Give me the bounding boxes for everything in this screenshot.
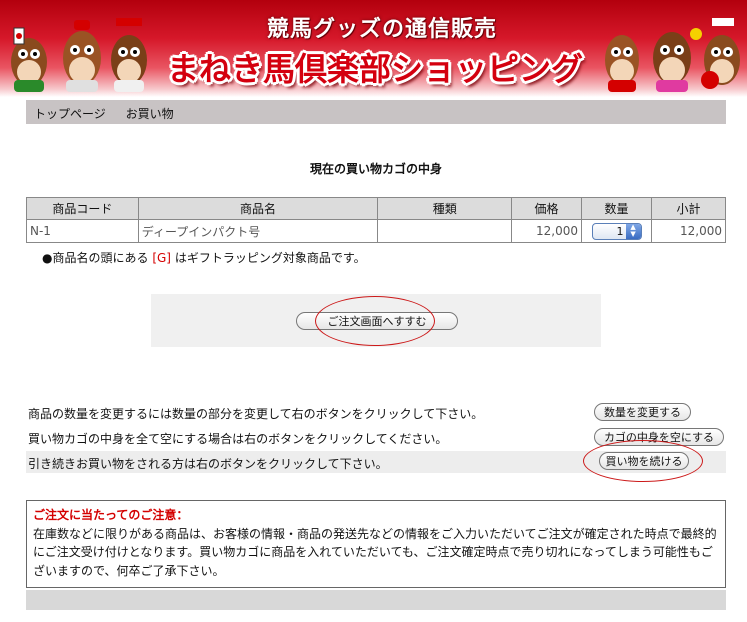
col-price: 価格 xyxy=(511,197,583,220)
col-name: 商品名 xyxy=(137,197,379,220)
table-row: N-1 ディープインパクト号 12,000 1 ▲ ▼ 12,000 xyxy=(26,219,726,243)
cart-header-row: 商品コード 商品名 種類 価格 数量 小計 xyxy=(26,197,726,220)
gift-note: ●商品名の頭にある [G] はギフトラッピング対象商品です。 xyxy=(42,249,366,266)
breadcrumb: トップページ お買い物 xyxy=(26,100,726,124)
col-type: 種類 xyxy=(377,197,513,220)
breadcrumb-top[interactable]: トップページ xyxy=(34,107,106,121)
header-title: まねき馬倶楽部ショッピング xyxy=(166,50,583,88)
continue-shopping-button[interactable]: 買い物を続ける xyxy=(599,452,689,470)
select-arrows-icon: ▲ ▼ xyxy=(625,223,641,239)
horse-mascot-icon xyxy=(605,18,740,92)
order-notice: ご注文に当たってのご注意： 在庫数などに限りがある商品は、お客様の情報・商品の発… xyxy=(26,500,726,588)
empty-cart-button[interactable]: カゴの中身を空にする xyxy=(594,428,724,446)
cart-heading: 現在の買い物カゴの中身 xyxy=(309,162,442,176)
col-code: 商品コード xyxy=(26,197,139,220)
quantity-select[interactable]: 1 ▲ ▼ xyxy=(591,222,642,240)
quantity-value: 1 xyxy=(616,224,624,238)
header-subtitle: 競馬グッズの通信販売 xyxy=(266,17,497,42)
item-code: N-1 xyxy=(26,219,139,243)
item-quantity-cell: 1 ▲ ▼ xyxy=(581,219,652,243)
gift-tag: [G] xyxy=(152,251,171,265)
footer-bar xyxy=(26,590,726,610)
item-price: 12,000 xyxy=(511,219,583,243)
gift-note-suffix: はギフトラッピング対象商品です。 xyxy=(174,251,366,265)
notice-title: ご注文に当たってのご注意： xyxy=(33,508,189,522)
cart-table: 商品コード 商品名 種類 価格 数量 小計 N-1 ディープインパクト号 12,… xyxy=(26,197,726,243)
breadcrumb-shopping: お買い物 xyxy=(125,107,174,121)
item-type xyxy=(377,219,513,243)
item-subtotal: 12,000 xyxy=(651,219,726,243)
horse-mascot-icon xyxy=(11,18,147,92)
update-quantity-button[interactable]: 数量を変更する xyxy=(594,403,691,421)
proceed-to-order-button[interactable]: ご注文画面へすすむ xyxy=(296,312,458,330)
col-quantity: 数量 xyxy=(581,197,652,220)
col-subtotal: 小計 xyxy=(651,197,726,220)
header-banner: 競馬グッズの通信販売 まねき馬倶楽部ショッピング xyxy=(0,0,747,97)
item-name[interactable]: ディープインパクト号 xyxy=(137,219,379,243)
notice-body: 在庫数などに限りがある商品は、お客様の情報・商品の発送先などの情報をご入力いただ… xyxy=(33,526,717,578)
gift-note-prefix: ●商品名の頭にある xyxy=(42,251,149,265)
